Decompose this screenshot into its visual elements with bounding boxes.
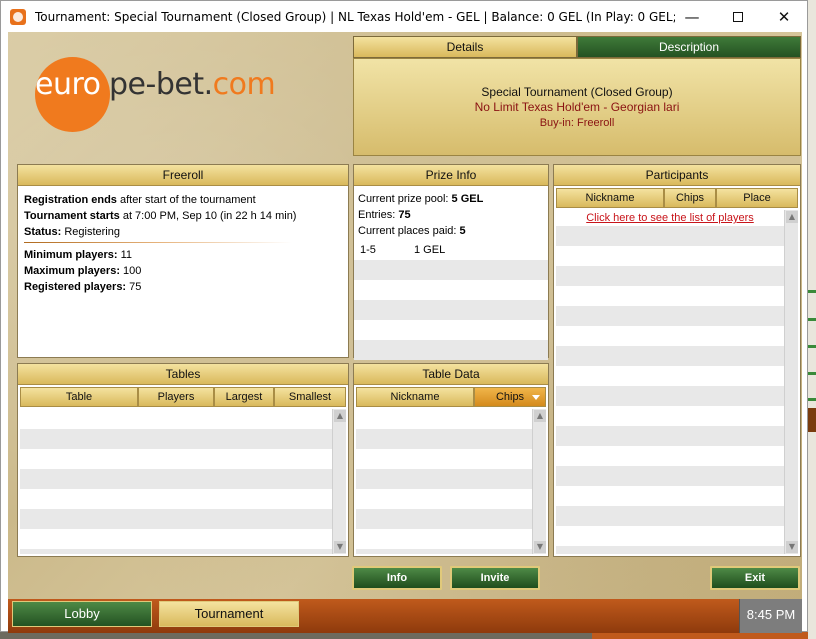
table-data-columns: Nickname Chips (356, 387, 546, 407)
prize-pool: Current prize pool: 5 GEL (358, 193, 484, 205)
tournament-buyin: Buy-in: Freeroll (354, 117, 800, 129)
tab-description[interactable]: Description (577, 36, 801, 58)
tables-list (20, 409, 332, 554)
buyin-value: Freeroll (577, 117, 615, 129)
participants-panel: Participants Nickname Chips Place Click … (553, 164, 801, 557)
scroll-down-icon[interactable]: ▼ (534, 541, 546, 553)
logo-text-rest: pe-bet.com (109, 67, 276, 102)
tournament-status: Status: Registering (24, 226, 120, 238)
tables-scrollbar[interactable]: ▲ ▼ (332, 409, 346, 554)
logo-text-mid: pe-bet. (109, 67, 213, 102)
prize-row: 1-5 1 GEL (354, 240, 548, 260)
players-list-link[interactable]: Click here to see the list of players (556, 210, 784, 226)
column-players[interactable]: Players (138, 387, 214, 407)
participants-scrollbar[interactable]: ▲ ▼ (784, 210, 798, 554)
invite-button[interactable]: Invite (450, 566, 540, 590)
freeroll-info: Registration ends after start of the tou… (18, 186, 348, 295)
info-button[interactable]: Info (352, 566, 442, 590)
tab-details[interactable]: Details (353, 36, 577, 58)
close-icon: ✕ (777, 7, 791, 26)
tournament-name: Special Tournament (Closed Group) (481, 85, 673, 99)
participants-list: Click here to see the list of players (556, 210, 784, 554)
desktop-background-bottom (592, 632, 808, 639)
bottom-bar: Lobby Tournament 8:45 PM (8, 599, 802, 633)
table-data-scrollbar[interactable]: ▲ ▼ (532, 409, 546, 554)
scroll-up-icon[interactable]: ▲ (786, 211, 798, 223)
freeroll-panel: Freeroll Registration ends after start o… (17, 164, 349, 358)
column-chips-label: Chips (495, 391, 525, 403)
tournament-game: No Limit Texas Hold'em - Georgian lari (474, 100, 680, 114)
table-data-header: Table Data (354, 364, 548, 385)
minimize-icon: — (684, 7, 700, 26)
tournament-description: Special Tournament (Closed Group) No Lim… (353, 58, 801, 156)
column-chips[interactable]: Chips (664, 188, 716, 208)
column-chips-sorted[interactable]: Chips (474, 387, 546, 407)
prize-info-header: Prize Info (354, 165, 548, 186)
minimize-button[interactable]: — (669, 1, 715, 32)
column-nickname[interactable]: Nickname (356, 387, 474, 407)
registered-players: Registered players: 75 (24, 281, 142, 293)
app-icon (10, 8, 26, 25)
tables-header: Tables (18, 364, 348, 385)
freeroll-header: Freeroll (18, 165, 348, 186)
maximize-button[interactable] (715, 1, 761, 32)
maximize-icon (733, 11, 743, 22)
prize-info-panel: Prize Info Current prize pool: 5 GEL Ent… (353, 164, 549, 360)
tab-lobby[interactable]: Lobby (12, 601, 152, 627)
tournament-window: Tournament: Special Tournament (Closed G… (0, 0, 808, 633)
column-nickname[interactable]: Nickname (556, 188, 664, 208)
details-tabs: Details Description (353, 36, 801, 58)
table-data-list (356, 409, 532, 554)
europebet-logo: euro pe-bet.com (35, 57, 315, 132)
title-bar[interactable]: Tournament: Special Tournament (Closed G… (1, 1, 807, 32)
column-smallest[interactable]: Smallest (274, 387, 346, 407)
column-place[interactable]: Place (716, 188, 798, 208)
minimum-players: Minimum players: 11 (24, 249, 133, 261)
scroll-up-icon[interactable]: ▲ (334, 410, 346, 422)
logo-text-euro: euro (35, 67, 101, 102)
participants-header: Participants (554, 165, 800, 186)
entries: Entries: 75 (358, 209, 411, 221)
scroll-up-icon[interactable]: ▲ (534, 410, 546, 422)
scroll-down-icon[interactable]: ▼ (786, 541, 798, 553)
tournament-starts: Tournament starts at 7:00 PM, Sep 10 (in… (24, 210, 297, 222)
exit-button[interactable]: Exit (710, 566, 800, 590)
prize-summary: Current prize pool: 5 GEL Entries: 75 Cu… (354, 186, 548, 239)
places-paid: Current places paid: 5 (358, 225, 466, 237)
column-table[interactable]: Table (20, 387, 138, 407)
prize-table: 1-5 1 GEL (354, 240, 548, 360)
sort-down-icon (532, 395, 540, 400)
clock: 8:45 PM (739, 599, 802, 633)
column-largest[interactable]: Largest (214, 387, 274, 407)
scroll-down-icon[interactable]: ▼ (334, 541, 346, 553)
participants-columns: Nickname Chips Place (556, 188, 798, 208)
close-button[interactable]: ✕ (761, 1, 807, 32)
tab-tournament[interactable]: Tournament (159, 601, 299, 627)
buyin-label: Buy-in: (539, 117, 574, 129)
maximum-players: Maximum players: 100 (24, 265, 142, 277)
table-data-panel: Table Data Nickname Chips ▲ ▼ (353, 363, 549, 557)
window-title: Tournament: Special Tournament (Closed G… (35, 9, 675, 24)
desktop-background-right (808, 0, 816, 639)
logo-text-com: com (212, 67, 276, 102)
tables-columns: Table Players Largest Smallest (20, 387, 346, 407)
tables-panel: Tables Table Players Largest Smallest ▲ … (17, 363, 349, 557)
registration-ends: Registration ends after start of the tou… (24, 194, 256, 206)
tournament-client-area: euro pe-bet.com Details Description Spec… (8, 32, 802, 633)
divider (24, 242, 292, 243)
